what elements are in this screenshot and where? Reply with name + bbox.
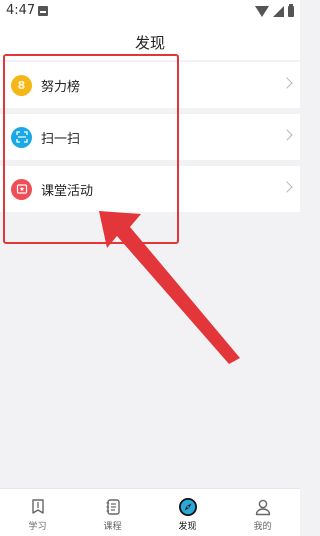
battery-icon xyxy=(288,3,294,17)
scan-icon xyxy=(11,126,32,148)
status-bar: 4:47 xyxy=(0,0,300,22)
chevron-right-icon xyxy=(281,129,293,141)
nav-tab-courses[interactable]: 课程 xyxy=(75,489,150,536)
nav-tab-label: 学习 xyxy=(28,522,47,532)
medal-icon: 8 xyxy=(11,74,32,96)
nav-tab-label: 发现 xyxy=(178,522,197,532)
book-icon xyxy=(28,497,48,517)
bottom-nav: 学习 课程 发现 我的 xyxy=(0,488,300,536)
status-time: 4:47 xyxy=(6,3,36,18)
header-bar: 发现 xyxy=(0,22,300,60)
menu-item-label: 努力榜 xyxy=(41,79,81,95)
notebook-icon xyxy=(103,497,123,517)
nav-tab-study[interactable]: 学习 xyxy=(0,489,75,536)
nav-tab-label: 课程 xyxy=(103,522,122,532)
menu-item-effort-ranking[interactable]: 8 努力榜 xyxy=(0,62,300,108)
signal-icon xyxy=(273,5,284,17)
status-indicators xyxy=(255,3,294,17)
nav-tab-discover[interactable]: 发现 xyxy=(150,489,225,536)
menu-item-label: 扫一扫 xyxy=(41,131,81,147)
menu-item-class-activity[interactable]: 课堂活动 xyxy=(0,166,300,212)
nav-tab-mine[interactable]: 我的 xyxy=(225,489,300,536)
wifi-icon xyxy=(255,5,269,17)
chevron-right-icon xyxy=(281,181,293,193)
notification-icon xyxy=(38,6,48,16)
star-badge-icon xyxy=(11,178,32,200)
nav-tab-label: 我的 xyxy=(253,522,272,532)
chevron-right-icon xyxy=(281,77,293,89)
person-icon xyxy=(253,497,273,517)
page-title: 发现 xyxy=(134,34,165,52)
menu-item-label: 课堂活动 xyxy=(41,183,94,199)
compass-icon xyxy=(178,497,198,517)
menu-item-scan[interactable]: 扫一扫 xyxy=(0,114,300,160)
